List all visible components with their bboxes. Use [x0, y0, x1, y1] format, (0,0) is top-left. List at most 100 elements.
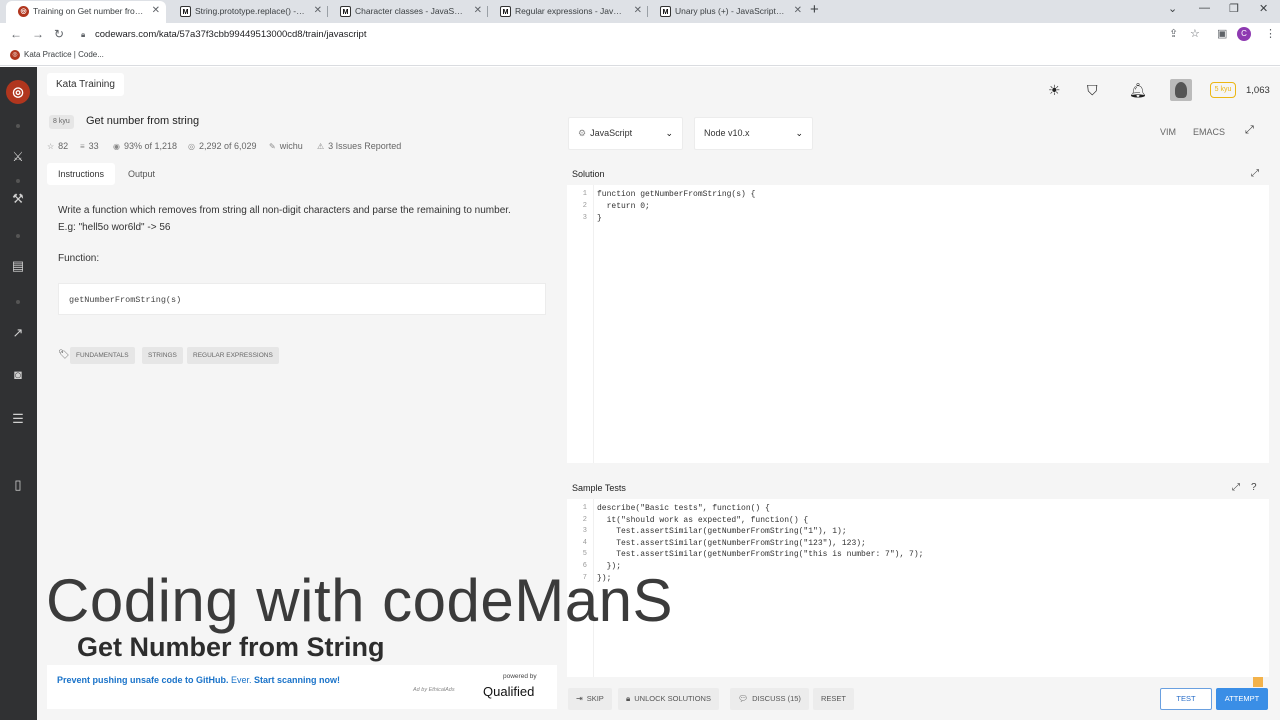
tab-close-icon[interactable]: ✕	[634, 1, 642, 21]
browser-tab-strip: ◎ Training on Get number from str ✕ M St…	[0, 0, 1280, 23]
sidebar-divider	[16, 234, 20, 238]
browser-tab[interactable]: M Character classes - JavaScript | M ✕	[328, 1, 488, 23]
tab-close-icon[interactable]: ✕	[794, 1, 802, 21]
vim-mode-toggle[interactable]: VIM	[1160, 127, 1176, 137]
unlock-solutions-button[interactable]: 🔒︎ UNLOCK SOLUTIONS	[618, 688, 719, 710]
language-value: JavaScript	[590, 128, 633, 138]
breadcrumb[interactable]: Kata Training	[47, 73, 124, 96]
stars-stat[interactable]: ☆ 82	[47, 141, 68, 151]
minimize-icon[interactable]: —	[1199, 2, 1210, 14]
expand-icon[interactable]: ⤢	[1251, 163, 1259, 185]
discuss-icon: 💬︎	[738, 694, 749, 703]
tab-output[interactable]: Output	[117, 163, 166, 185]
tab-close-icon[interactable]: ✕	[474, 1, 482, 21]
tab-close-icon[interactable]: ✕	[314, 1, 322, 21]
discord-icon[interactable]: ◙	[8, 367, 28, 382]
collections-stat[interactable]: ≡ 33	[80, 141, 99, 151]
browser-tab[interactable]: M String.prototype.replace() - JavaS ✕	[168, 1, 328, 23]
help-icon[interactable]: ?	[1251, 477, 1257, 499]
codewars-logo-icon[interactable]: ◎	[6, 80, 30, 104]
completed-stat: ◎ 2,292 of 6,029	[188, 141, 257, 151]
chat-icon[interactable]: ☰	[8, 411, 28, 427]
rank-badge: 5 kyu	[1210, 82, 1236, 98]
tag-regular-expressions[interactable]: REGULAR EXPRESSIONS	[187, 347, 279, 364]
bookmark-item[interactable]: ◎ Kata Practice | Code...	[10, 50, 104, 60]
function-signature: getNumberFromString(s)	[58, 283, 546, 315]
mdn-favicon-icon: M	[660, 6, 671, 17]
line-gutter	[567, 185, 594, 463]
discuss-button[interactable]: 💬︎ DISCUSS (15)	[730, 688, 809, 710]
function-label: Function:	[58, 253, 100, 264]
profile-avatar[interactable]: C	[1237, 27, 1251, 41]
bookmark-star-icon[interactable]: ☆	[1190, 27, 1200, 40]
chevron-down-icon: ⌄	[665, 128, 673, 138]
fullscreen-icon[interactable]: ⤢	[1245, 124, 1254, 137]
completed-count: 2,292	[198, 141, 222, 151]
url-text: codewars.com/kata/57a37f3cbb99449513000c…	[95, 29, 367, 40]
side-panel-icon[interactable]: ▣	[1217, 27, 1227, 40]
honor-count: 1,063	[1246, 85, 1270, 96]
page-title: Get number from string	[86, 115, 200, 127]
browser-menu-icon[interactable]: ⋮	[1265, 27, 1276, 40]
back-icon[interactable]: ←	[10, 27, 22, 41]
close-window-icon[interactable]: ✕	[1259, 2, 1268, 15]
collections-count: 33	[88, 141, 99, 151]
tab-close-icon[interactable]: ✕	[152, 1, 160, 21]
notifications-bell-icon[interactable]: 🔔︎	[1129, 82, 1147, 99]
powered-by-label: powered by	[503, 673, 537, 680]
satisfaction-stat: ◉ 93% of 1,218	[113, 141, 177, 151]
skip-icon: ⇥	[576, 694, 583, 703]
warning-icon: ⚠	[317, 142, 325, 151]
mdn-favicon-icon: M	[500, 6, 511, 17]
tag-strings[interactable]: STRINGS	[142, 347, 183, 364]
browser-tab[interactable]: M Unary plus (+) - JavaScript | MDN ✕	[648, 1, 808, 23]
tab-title: String.prototype.replace() - JavaS	[195, 6, 323, 16]
bookmarks-icon[interactable]: ⛉	[1087, 82, 1098, 99]
video-overlay-title: Coding with codeManS	[46, 567, 674, 634]
star-icon: ☆	[47, 142, 55, 151]
tab-search-icon[interactable]: ⌄	[1168, 2, 1177, 15]
expand-icon[interactable]: ⤢	[1232, 477, 1240, 499]
test-button[interactable]: TEST	[1160, 688, 1212, 710]
practice-icon[interactable]: ⚒	[8, 191, 28, 207]
tab-instructions[interactable]: Instructions	[47, 163, 116, 185]
stars-count: 82	[58, 141, 69, 151]
avatar[interactable]	[1170, 79, 1192, 101]
training-icon[interactable]: ⚔	[8, 149, 28, 165]
restore-icon[interactable]: ❐	[1229, 2, 1239, 15]
forward-icon[interactable]: →	[32, 27, 44, 41]
kata-rank-badge: 8 kyu	[49, 115, 74, 129]
reload-icon[interactable]: ↻	[54, 27, 64, 41]
code-line: return 0;	[597, 202, 650, 211]
solution-editor[interactable]: 1 2 3 function getNumberFromString(s) { …	[567, 185, 1269, 463]
jobs-briefcase-icon[interactable]: ▤	[8, 258, 28, 274]
line-number: 2	[582, 202, 587, 210]
new-tab-icon[interactable]: +	[810, 1, 819, 18]
language-select[interactable]: ⚙ JavaScript ⌄	[568, 117, 683, 150]
author-stat[interactable]: ✎ wichu	[269, 141, 303, 151]
skip-button[interactable]: ⇥ SKIP	[568, 688, 612, 710]
reset-button[interactable]: RESET	[813, 688, 855, 710]
theme-sun-icon[interactable]: ☀	[1048, 82, 1061, 99]
runtime-select[interactable]: Node v10.x ⌄	[694, 117, 813, 150]
browser-tab[interactable]: ◎ Training on Get number from str ✕	[6, 1, 166, 23]
tag-fundamentals[interactable]: FUNDAMENTALS	[70, 347, 135, 364]
codewars-favicon-icon: ◎	[10, 50, 20, 60]
app-sidebar: ◎ ⚔ ⚒ ▤ ↗ ◙ ☰ ▯	[0, 67, 37, 720]
share-icon[interactable]: ⇪	[1169, 27, 1178, 40]
author-name: wichu	[279, 141, 303, 151]
url-field[interactable]: 🔒︎ codewars.com/kata/57a37f3cbb994495130…	[76, 26, 1161, 44]
leaderboard-trend-icon[interactable]: ↗	[8, 325, 28, 341]
unlock-label: UNLOCK SOLUTIONS	[634, 694, 711, 703]
ad-link[interactable]: Prevent pushing unsafe code to GitHub. E…	[57, 675, 340, 685]
line-number: 4	[582, 539, 587, 547]
docs-book-icon[interactable]: ▯	[8, 477, 28, 493]
collection-icon: ≡	[80, 142, 85, 151]
qualified-logo[interactable]: Qualified	[483, 684, 534, 699]
issues-stat[interactable]: ⚠ 3 Issues Reported	[317, 141, 401, 151]
chevron-down-icon: ⌄	[795, 128, 803, 138]
emacs-mode-toggle[interactable]: EMACS	[1193, 127, 1225, 137]
browser-tab[interactable]: M Regular expressions - JavaScript ✕	[488, 1, 648, 23]
ad-banner: Prevent pushing unsafe code to GitHub. E…	[47, 665, 557, 709]
attempt-button[interactable]: ATTEMPT	[1216, 688, 1268, 710]
